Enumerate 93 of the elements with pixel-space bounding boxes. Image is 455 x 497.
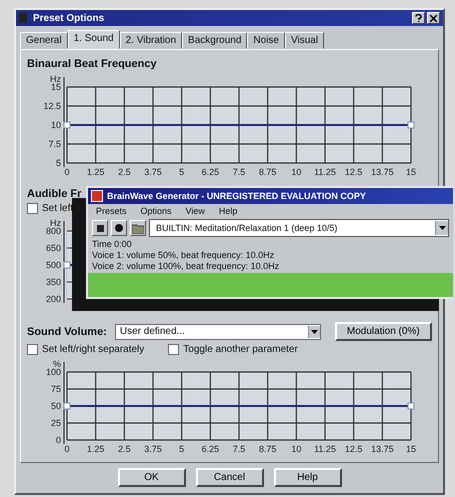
y-tick-label: 100 [46, 367, 61, 377]
modulation-button[interactable]: Modulation (0%) [334, 322, 432, 341]
checkbox-label: Set left/right separately [42, 344, 144, 355]
y-tick-label: 350 [46, 277, 61, 287]
dropdown-value: User defined... [120, 326, 185, 337]
window-title: Preset Options [33, 12, 104, 24]
section-title: Audible Fr [27, 188, 82, 200]
x-tick-label: 13.75 [371, 444, 394, 454]
dialog-button[interactable]: Cancel [196, 468, 264, 487]
menu-item[interactable]: Help [218, 206, 238, 216]
x-tick-label: 10 [291, 444, 302, 454]
stop-button[interactable] [92, 220, 108, 236]
tab[interactable]: Visual [284, 32, 324, 49]
y-tick-label: 200 [46, 294, 61, 304]
x-tick-label: 11.25 [314, 444, 336, 454]
x-tick-label: 7.5 [232, 444, 246, 454]
x-tick-label: 12.5 [344, 167, 362, 177]
x-tick-label: 6.25 [202, 167, 220, 177]
y-axis-title: Hz [50, 218, 61, 228]
checkbox[interactable] [168, 344, 180, 355]
checkbox-label: Toggle another parameter [183, 344, 298, 355]
x-tick-label: 1.25 [86, 167, 104, 177]
x-tick-label: 3.75 [144, 167, 162, 177]
x-tick-label: 0 [64, 167, 70, 177]
x-tick-label: 12.5 [344, 444, 362, 454]
caret-icon [438, 226, 446, 230]
y-tick-label: 75 [50, 384, 61, 394]
x-tick-label: 13.75 [371, 167, 394, 177]
x-tick-label: 2.5 [118, 167, 131, 177]
x-tick-label: 8.75 [258, 444, 276, 454]
menu-item[interactable]: Options [140, 206, 172, 216]
dialog-button[interactable]: Help [274, 468, 342, 487]
folder-icon [132, 222, 144, 234]
point-handle[interactable] [64, 262, 70, 268]
point-handle[interactable] [408, 122, 414, 128]
toolbar-button[interactable] [130, 220, 146, 236]
window-title: BrainWave Generator - UNREGISTERED EVALUATION COPY [107, 191, 366, 201]
y-tick-label: 15 [50, 82, 61, 92]
y-tick-label: 5 [56, 158, 61, 168]
checkbox[interactable] [27, 344, 38, 355]
x-tick-label: 1.25 [86, 444, 104, 454]
close-icon [430, 14, 437, 22]
y-tick-label: 50 [50, 401, 61, 411]
x-tick-label: 0 [64, 444, 70, 454]
tab[interactable]: Noise [247, 32, 285, 49]
x-tick-label: 7.5 [232, 167, 246, 177]
menu-item[interactable]: Presets [96, 206, 127, 216]
stop-icon [96, 224, 104, 232]
point-handle[interactable] [64, 402, 70, 410]
tab[interactable]: General [20, 32, 68, 49]
x-tick-label: 11.25 [314, 167, 336, 177]
dropdown-value: BUILTIN: Meditation/Relaxation 1 (deep 10/5) [156, 223, 338, 233]
dialog-button[interactable]: OK [118, 468, 186, 487]
x-tick-label: 5 [179, 444, 184, 454]
x-tick-label: 15 [406, 444, 416, 454]
caret-icon [310, 330, 318, 334]
y-tick-label: 25 [50, 418, 61, 428]
y-tick-label: 800 [46, 226, 61, 236]
x-tick-label: 6.25 [202, 444, 220, 454]
status-text: Time 0:00 [92, 239, 133, 250]
field-label: Sound Volume: [27, 326, 107, 338]
y-tick-label: 12.5 [43, 101, 61, 111]
close-button[interactable] [427, 12, 440, 24]
status-text: Voice 2: volume 100%, beat frequency: 10.0Hz [92, 261, 280, 272]
x-tick-label: 2.5 [118, 444, 131, 454]
y-tick-label: 10 [50, 120, 61, 130]
tab[interactable]: 1. Sound [68, 30, 120, 49]
dot-icon [115, 224, 123, 232]
preset-dropdown[interactable]: BUILTIN: Meditation/Relaxation 1 (deep 10/5) [149, 219, 449, 237]
point-handle[interactable] [408, 402, 414, 410]
menu-item[interactable]: View [186, 206, 205, 216]
y-axis-title: % [52, 359, 61, 369]
checkbox[interactable] [27, 203, 38, 214]
volume-dropdown[interactable]: User defined... [114, 324, 321, 340]
y-tick-label: 650 [46, 243, 61, 253]
y-tick-label: 0 [56, 435, 61, 445]
status-text: Voice 1: volume 50%, beat frequency: 10.0Hz [92, 250, 276, 261]
x-tick-label: 3.75 [144, 444, 162, 454]
record-button[interactable] [111, 220, 127, 236]
app-icon [91, 190, 103, 202]
help-title-button[interactable] [412, 12, 425, 24]
question-icon [415, 14, 422, 22]
y-tick-label: 500 [46, 260, 61, 270]
tab[interactable]: 2. Vibration [120, 32, 182, 49]
tab[interactable]: Background [182, 32, 248, 49]
x-tick-label: 8.75 [258, 167, 276, 177]
section-title: Binaural Beat Frequency [27, 58, 157, 70]
x-tick-label: 10 [291, 167, 302, 177]
y-tick-label: 7.5 [48, 139, 61, 149]
x-tick-label: 15 [406, 167, 416, 177]
x-tick-label: 5 [179, 167, 184, 177]
point-handle[interactable] [64, 122, 70, 128]
y-axis-title: Hz [50, 74, 61, 84]
